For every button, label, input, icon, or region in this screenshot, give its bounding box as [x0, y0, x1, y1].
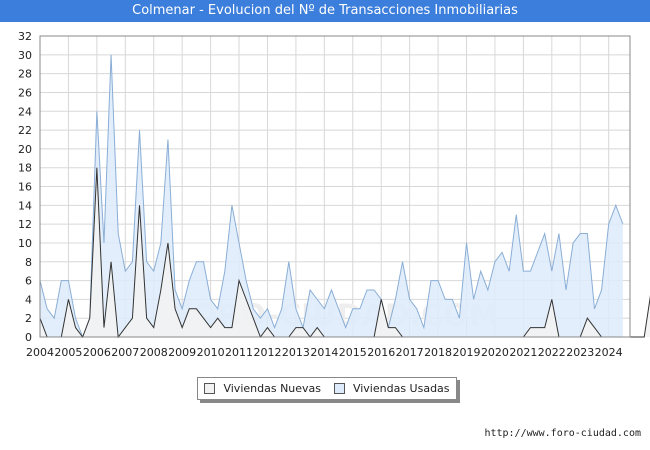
legend-swatch-usadas [333, 383, 345, 394]
x-tick-label: 2020 [481, 346, 509, 359]
y-tick-label: 24 [18, 105, 32, 118]
legend-swatch-nuevas [204, 383, 216, 394]
x-tick-label: 2007 [111, 346, 139, 359]
x-tick-label: 2022 [538, 346, 566, 359]
y-tick-label: 28 [18, 68, 32, 81]
x-tick-label: 2023 [566, 346, 594, 359]
legend-item-nuevas: Viviendas Nuevas [204, 382, 321, 395]
x-tick-label: 2018 [424, 346, 452, 359]
x-tick-label: 2005 [54, 346, 82, 359]
x-tick-label: 2019 [453, 346, 481, 359]
y-tick-label: 22 [18, 124, 32, 137]
legend-item-usadas: Viviendas Usadas [333, 382, 450, 395]
x-tick-label: 2009 [168, 346, 196, 359]
legend: Viviendas Nuevas Viviendas Usadas [197, 377, 457, 400]
x-tick-label: 2021 [509, 346, 537, 359]
legend-label-nuevas: Viviendas Nuevas [223, 382, 322, 395]
y-tick-label: 10 [18, 237, 32, 250]
x-tick-label: 2012 [253, 346, 281, 359]
y-tick-label: 12 [18, 218, 32, 231]
x-tick-label: 2011 [225, 346, 253, 359]
y-tick-label: 18 [18, 162, 32, 175]
y-tick-label: 8 [25, 256, 32, 269]
y-tick-label: 6 [25, 275, 32, 288]
chart-area: 024681012141618202224262830322004 2005 200… [18, 30, 650, 359]
x-tick-label: 2004 [26, 346, 54, 359]
y-tick-label: 30 [18, 49, 32, 62]
y-tick-label: 2 [25, 312, 32, 325]
x-tick-label: 2010 [197, 346, 225, 359]
legend-label-usadas: Viviendas Usadas [352, 382, 450, 395]
x-tick-label: 2015 [339, 346, 367, 359]
chart-title: Colmenar - Evolucion del Nº de Transacci… [0, 0, 650, 22]
y-tick-label: 14 [18, 199, 32, 212]
x-tick-label: 2016 [367, 346, 395, 359]
x-tick-label: 2008 [140, 346, 168, 359]
y-tick-label: 0 [25, 331, 32, 344]
y-tick-label: 20 [18, 143, 32, 156]
x-tick-label: 2024 [595, 346, 623, 359]
x-tick-label: 2014 [310, 346, 338, 359]
y-tick-label: 16 [18, 181, 32, 194]
y-tick-label: 26 [18, 86, 32, 99]
x-tick-label: 2006 [83, 346, 111, 359]
source-credit: http://www.foro-ciudad.com [484, 428, 641, 439]
y-tick-label: 32 [18, 30, 32, 43]
x-tick-label: 2017 [396, 346, 424, 359]
y-tick-label: 4 [25, 293, 32, 306]
x-tick-label: 2013 [282, 346, 310, 359]
